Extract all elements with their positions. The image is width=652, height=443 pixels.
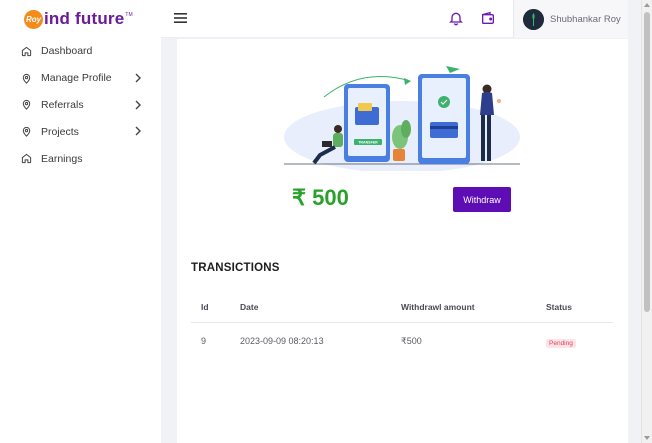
sidebar-item-manage-profile[interactable]: Manage Profile	[0, 65, 161, 92]
cell-id: 9	[201, 336, 207, 346]
chevron-right-icon	[135, 73, 141, 83]
page-scrollbar[interactable]	[641, 0, 652, 443]
menu-icon[interactable]	[174, 12, 187, 24]
column-header-id: Id	[201, 302, 209, 312]
sidebar-item-label: Projects	[41, 125, 79, 138]
column-header-date: Date	[240, 302, 259, 312]
top-header: Shubhankar Roy	[161, 0, 628, 38]
withdraw-button[interactable]: Withdraw	[453, 187, 511, 212]
user-menu[interactable]: Shubhankar Roy	[513, 0, 628, 38]
table-row: 9 2023-09-09 08:20:13 ₹500 Pending	[191, 323, 613, 357]
scroll-up-arrow-icon[interactable]	[644, 3, 650, 7]
money-transfer-illustration: TRANSFER	[284, 66, 520, 171]
table-header-row: Id Date Withdrawl amount Status	[191, 291, 613, 323]
cell-date: 2023-09-09 08:20:13	[240, 336, 324, 346]
scrollbar-thumb[interactable]	[644, 12, 650, 312]
location-pin-icon	[20, 72, 32, 84]
logo-text: ind future	[44, 9, 125, 28]
transactions-table: Id Date Withdrawl amount Status 9 2023-0…	[191, 291, 613, 357]
sidebar-item-label: Dashboard	[41, 45, 93, 58]
logo-badge: Roy	[24, 9, 43, 29]
sidebar: Roy ind future TM Dashboard Manage Profi…	[0, 0, 161, 443]
sidebar-item-earnings[interactable]: Earnings	[0, 145, 161, 172]
status-badge: Pending	[546, 339, 576, 348]
sidebar-item-referrals[interactable]: Referrals	[0, 92, 161, 119]
home-icon	[20, 153, 32, 165]
sidebar-item-label: Referrals	[41, 98, 84, 111]
wallet-balance: ₹ 500	[292, 185, 349, 210]
sidebar-nav: Dashboard Manage Profile Referrals Proje…	[0, 38, 161, 172]
sidebar-item-projects[interactable]: Projects	[0, 118, 161, 145]
bell-icon[interactable]	[448, 9, 464, 27]
avatar	[523, 8, 544, 30]
sidebar-item-label: Earnings	[41, 152, 83, 165]
column-header-status: Status	[546, 302, 572, 312]
sidebar-item-label: Manage Profile	[41, 72, 112, 85]
column-header-amount: Withdrawl amount	[401, 302, 475, 312]
wallet-card: TRANSFER ₹ 500 Withdraw TRANSICTIONS Id	[177, 39, 628, 443]
chevron-right-icon	[135, 100, 141, 110]
wallet-icon[interactable]	[480, 10, 496, 26]
scroll-down-arrow-icon[interactable]	[644, 436, 650, 440]
transfer-label: TRANSFER	[358, 141, 378, 145]
location-pin-icon	[20, 126, 32, 138]
logo-trademark: TM	[125, 12, 133, 18]
location-pin-icon	[20, 99, 32, 111]
transactions-title: TRANSICTIONS	[191, 262, 280, 274]
chevron-right-icon	[135, 126, 141, 136]
cell-amount: ₹500	[401, 336, 422, 346]
brand-logo[interactable]: Roy ind future TM	[24, 8, 133, 30]
sidebar-item-dashboard[interactable]: Dashboard	[0, 38, 161, 65]
user-name: Shubhankar Roy	[550, 13, 621, 25]
home-icon	[20, 45, 32, 57]
